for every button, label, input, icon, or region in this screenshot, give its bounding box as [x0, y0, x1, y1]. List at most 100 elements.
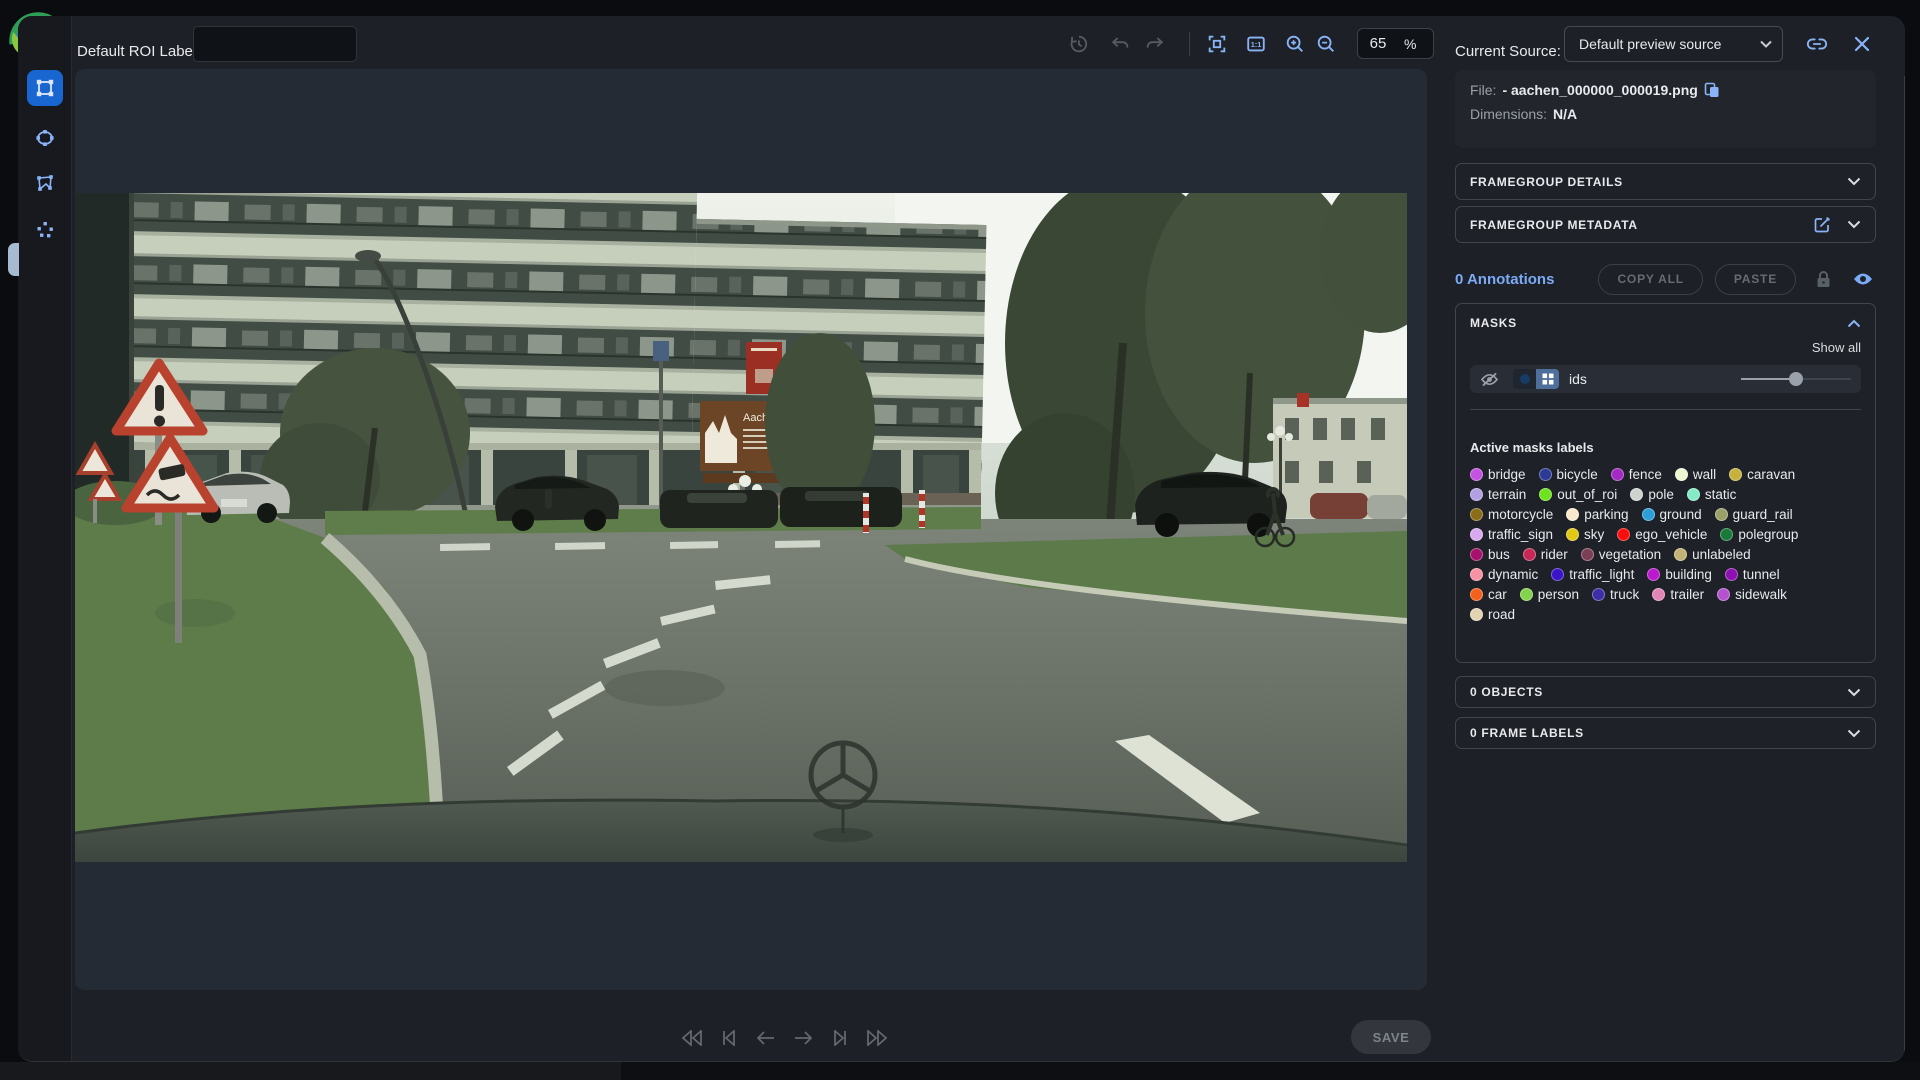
first-frame-icon	[721, 1030, 737, 1046]
mask-color-dot	[1630, 488, 1643, 501]
mask-label-chip-motorcycle[interactable]: motorcycle	[1470, 507, 1553, 522]
mask-label-chip-pole[interactable]: pole	[1630, 487, 1674, 502]
objects-accordion[interactable]: 0 OBJECTS	[1455, 676, 1876, 708]
ids-opacity-slider[interactable]	[1741, 372, 1851, 386]
mask-label-chip-fence[interactable]: fence	[1611, 467, 1662, 482]
mask-label-chip-bridge[interactable]: bridge	[1470, 467, 1526, 482]
mask-label-chip-tunnel[interactable]: tunnel	[1725, 567, 1780, 582]
mask-label-chip-vegetation[interactable]: vegetation	[1581, 547, 1661, 562]
redo-button[interactable]	[1143, 32, 1167, 56]
paste-button[interactable]: PASTE	[1715, 264, 1796, 295]
slider-knob[interactable]	[1789, 372, 1803, 386]
mask-label-text: truck	[1610, 587, 1639, 602]
chevron-down-icon	[1847, 177, 1861, 186]
copy-icon[interactable]	[1704, 82, 1720, 98]
last-frame-button[interactable]	[826, 1024, 854, 1052]
polygon-roi-tool-button[interactable]	[27, 165, 63, 201]
lock-button[interactable]	[1810, 266, 1836, 292]
first-frame-button[interactable]	[715, 1024, 743, 1052]
ellipse-roi-tool-button[interactable]	[27, 120, 63, 156]
mask-label-chip-person[interactable]: person	[1520, 587, 1579, 602]
annotation-canvas[interactable]: Aachen	[75, 69, 1427, 990]
zoom-level-input[interactable]	[1358, 35, 1398, 52]
mask-labels-list: bridge bicycle fence wall caravan terrain out_…	[1470, 467, 1861, 622]
rectangle-roi-tool-button[interactable]	[27, 70, 63, 106]
default-roi-input[interactable]	[193, 26, 357, 62]
circle-view-segment[interactable]	[1513, 369, 1536, 389]
mask-label-text: dynamic	[1488, 567, 1538, 582]
toolbar-separator	[1189, 32, 1190, 56]
mask-color-dot	[1617, 528, 1630, 541]
mask-label-chip-car[interactable]: car	[1470, 587, 1507, 602]
fit-to-screen-button[interactable]	[1205, 32, 1229, 56]
next-frame-button[interactable]	[789, 1024, 817, 1052]
mask-label-chip-rider[interactable]: rider	[1523, 547, 1568, 562]
undo-button[interactable]	[1108, 32, 1132, 56]
copy-all-button[interactable]: COPY ALL	[1598, 264, 1702, 295]
mask-label-chip-sidewalk[interactable]: sidewalk	[1717, 587, 1787, 602]
link-button[interactable]	[1805, 32, 1829, 56]
mask-label-text: ego_vehicle	[1635, 527, 1707, 542]
visibility-button[interactable]	[1850, 266, 1876, 292]
mask-label-chip-caravan[interactable]: caravan	[1729, 467, 1795, 482]
mask-color-dot	[1581, 548, 1594, 561]
mask-label-chip-sky[interactable]: sky	[1566, 527, 1604, 542]
frame-labels-accordion[interactable]: 0 FRAME LABELS	[1455, 717, 1876, 749]
panel-scrollbar[interactable]	[1904, 76, 1905, 1051]
mask-label-chip-guard_rail[interactable]: guard_rail	[1715, 507, 1793, 522]
zoom-out-button[interactable]	[1314, 32, 1338, 56]
zoom-in-button[interactable]	[1283, 32, 1307, 56]
points-roi-tool-button[interactable]	[27, 212, 63, 248]
zoom-in-icon	[1284, 33, 1306, 55]
tools-sidebar	[18, 16, 72, 1061]
grid-view-segment[interactable]	[1536, 369, 1559, 389]
mask-label-chip-terrain[interactable]: terrain	[1470, 487, 1526, 502]
framegroup-details-accordion[interactable]: FRAMEGROUP DETAILS	[1455, 163, 1876, 200]
mask-label-text: unlabeled	[1692, 547, 1751, 562]
fast-forward-button[interactable]	[863, 1024, 891, 1052]
source-dropdown[interactable]: Default preview source	[1564, 26, 1783, 62]
mask-label-chip-ground[interactable]: ground	[1642, 507, 1702, 522]
redo-icon	[1144, 33, 1166, 55]
close-button[interactable]	[1850, 32, 1874, 56]
framegroup-metadata-accordion[interactable]: FRAMEGROUP METADATA	[1455, 206, 1876, 243]
mask-label-chip-static[interactable]: static	[1687, 487, 1737, 502]
mask-label-chip-ego_vehicle[interactable]: ego_vehicle	[1617, 527, 1707, 542]
active-masks-labels-title: Active masks labels	[1470, 440, 1861, 455]
mask-label-row: car person truck trailer sidewalk	[1470, 587, 1861, 602]
mask-label-chip-traffic_light[interactable]: traffic_light	[1551, 567, 1634, 582]
edit-icon[interactable]	[1814, 216, 1831, 233]
mask-label-chip-trailer[interactable]: trailer	[1652, 587, 1704, 602]
drawer-handle[interactable]	[8, 243, 19, 276]
mask-label-chip-traffic_sign[interactable]: traffic_sign	[1470, 527, 1553, 542]
mask-label-chip-dynamic[interactable]: dynamic	[1470, 567, 1538, 582]
mask-label-chip-unlabeled[interactable]: unlabeled	[1674, 547, 1751, 562]
mask-label-chip-truck[interactable]: truck	[1592, 587, 1639, 602]
show-all-link[interactable]: Show all	[1470, 340, 1861, 355]
mask-label-text: static	[1705, 487, 1737, 502]
history-button[interactable]	[1066, 32, 1090, 56]
mask-label-chip-parking[interactable]: parking	[1566, 507, 1628, 522]
mask-color-dot	[1687, 488, 1700, 501]
zoom-out-icon	[1315, 33, 1337, 55]
masks-title: MASKS	[1470, 316, 1847, 330]
save-button[interactable]: SAVE	[1351, 1020, 1431, 1054]
mask-label-chip-bicycle[interactable]: bicycle	[1539, 467, 1598, 482]
mask-label-text: car	[1488, 587, 1507, 602]
mask-label-chip-building[interactable]: building	[1647, 567, 1712, 582]
prev-frame-button[interactable]	[752, 1024, 780, 1052]
ids-layer-row: ids	[1470, 365, 1861, 393]
mask-label-chip-out_of_roi[interactable]: out_of_roi	[1539, 487, 1617, 502]
mask-label-chip-polegroup[interactable]: polegroup	[1720, 527, 1798, 542]
fast-backward-button[interactable]	[678, 1024, 706, 1052]
mask-label-chip-road[interactable]: road	[1470, 607, 1515, 622]
mask-color-dot	[1470, 528, 1483, 541]
mask-color-dot	[1720, 528, 1733, 541]
mask-label-chip-wall[interactable]: wall	[1675, 467, 1716, 482]
eye-off-icon[interactable]	[1480, 372, 1499, 387]
masks-header[interactable]: MASKS	[1470, 316, 1861, 330]
chevron-up-icon	[1847, 319, 1861, 328]
actual-size-button[interactable]: 1:1	[1244, 32, 1268, 56]
mask-label-chip-bus[interactable]: bus	[1470, 547, 1510, 562]
mask-color-dot	[1523, 548, 1536, 561]
